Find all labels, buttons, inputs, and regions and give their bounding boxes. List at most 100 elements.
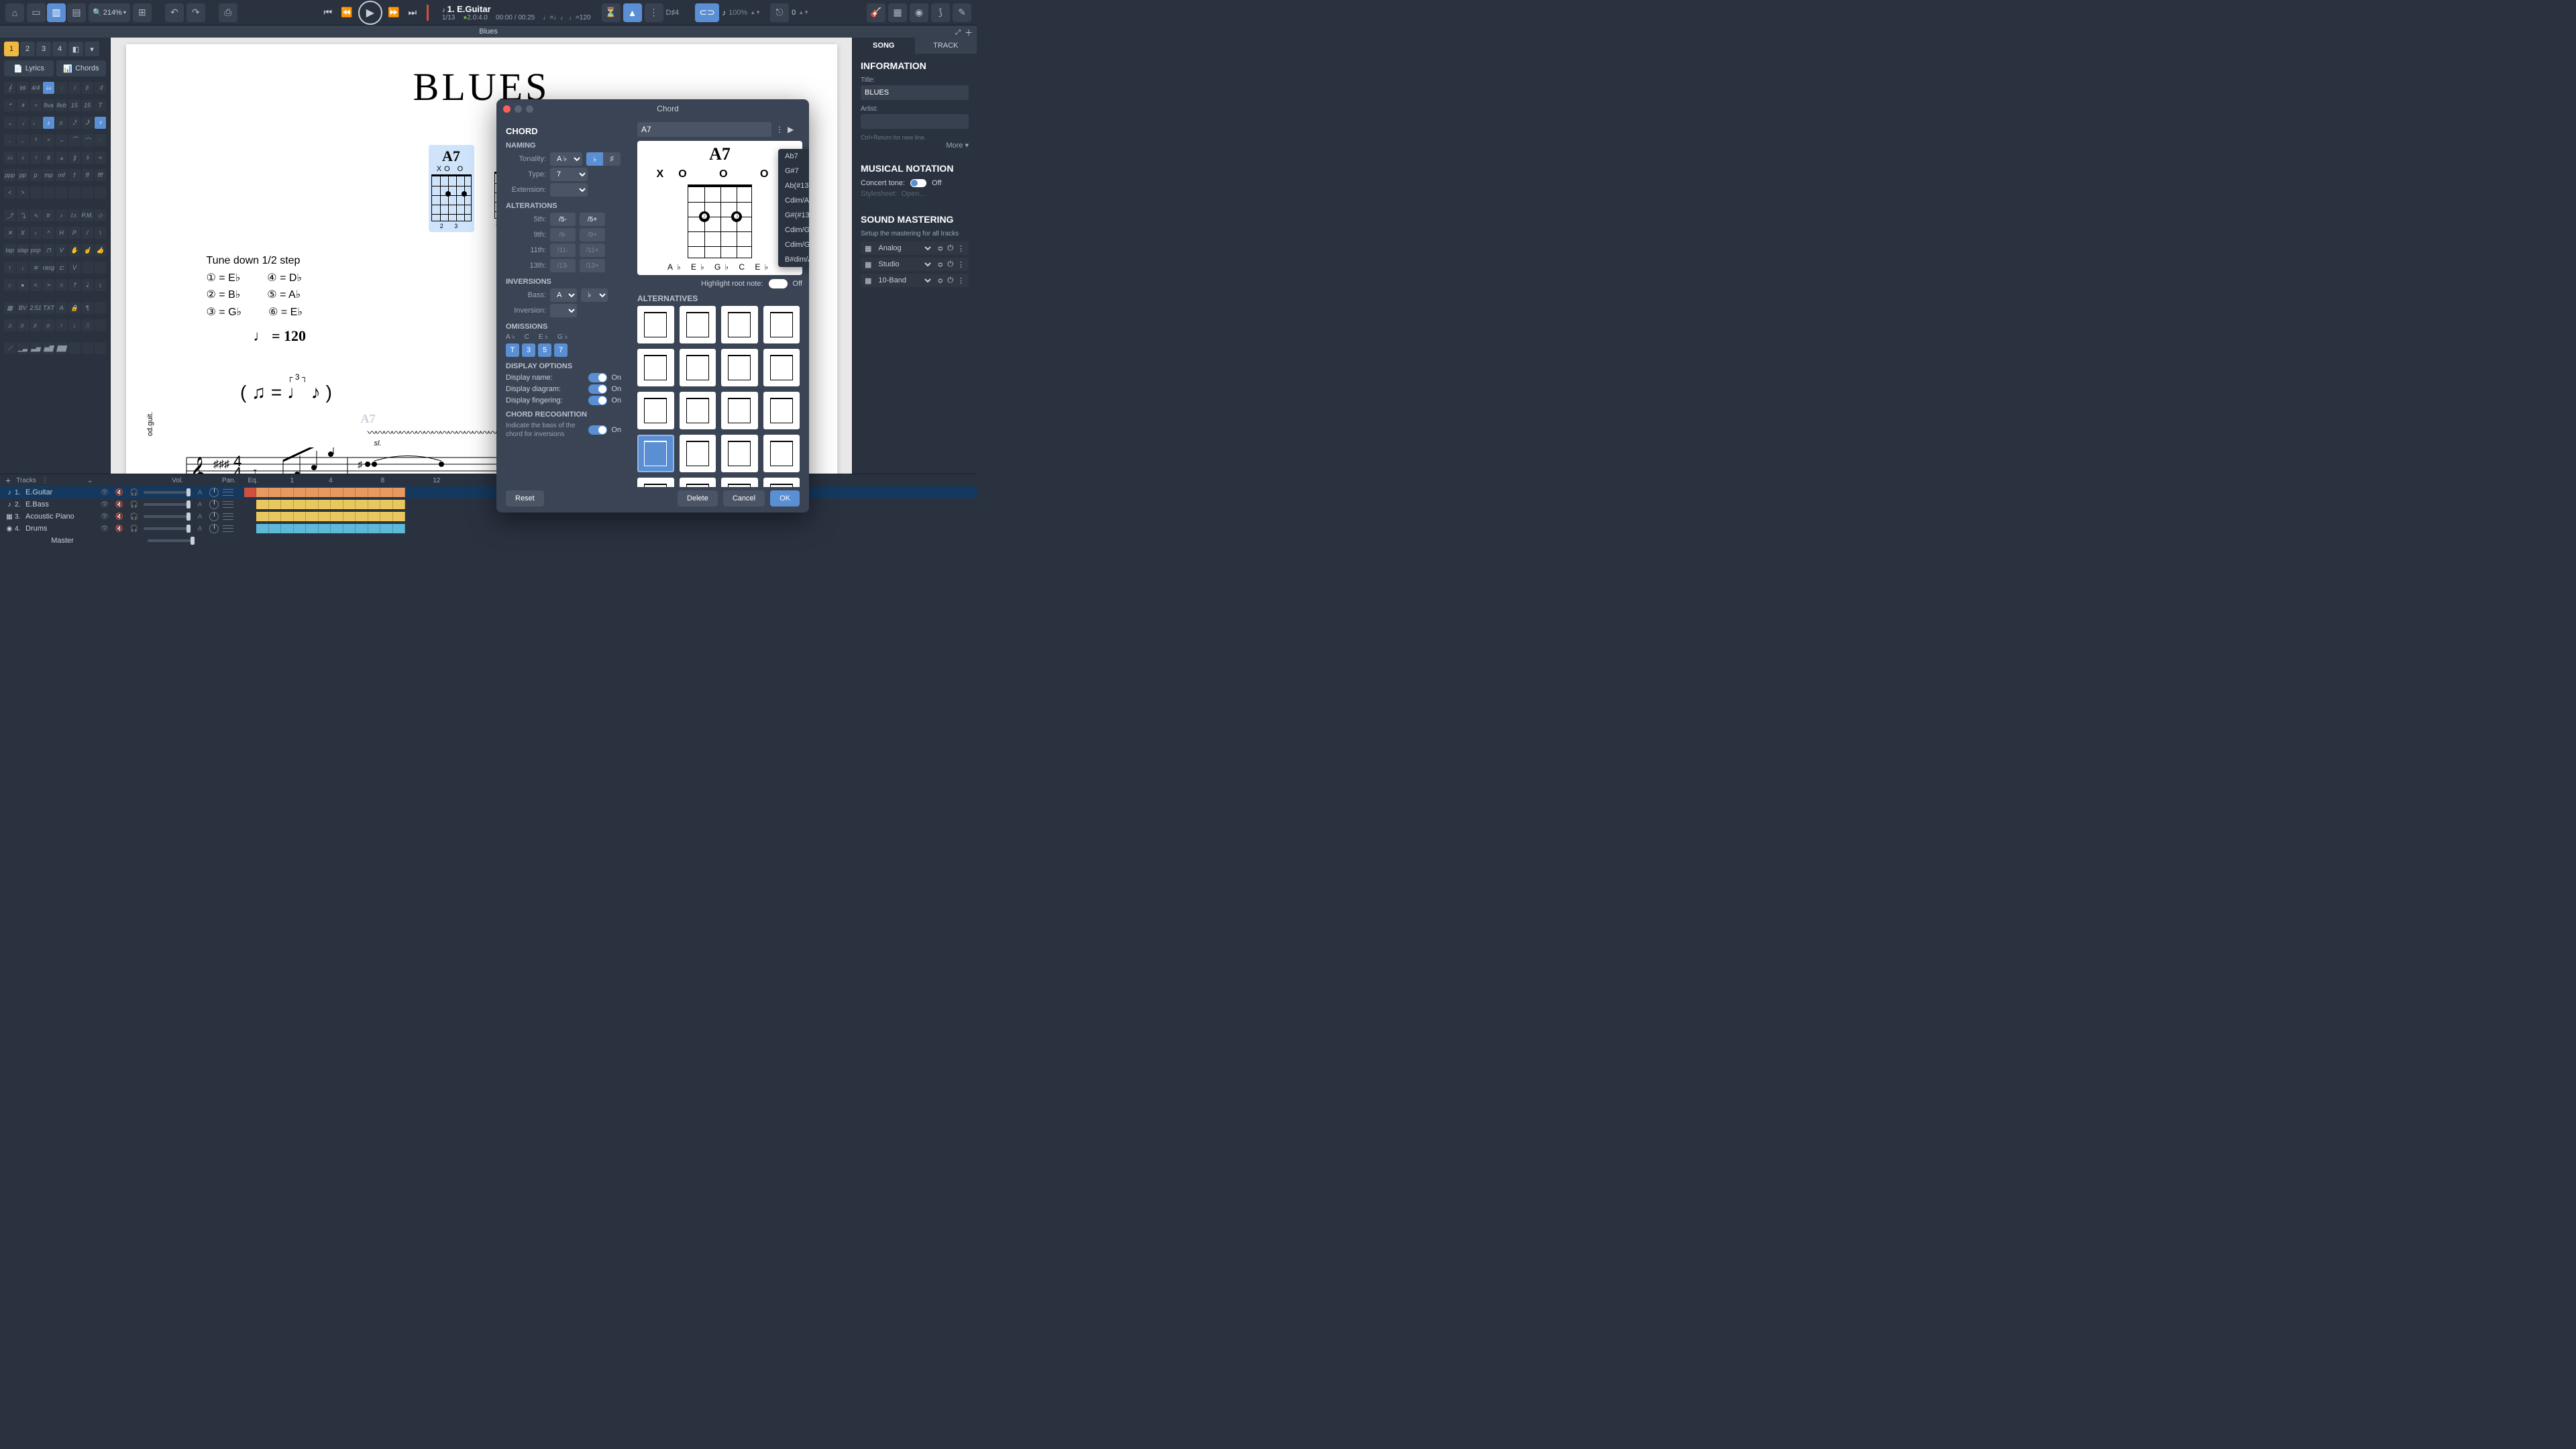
slur-icon[interactable]: ⁀ <box>68 134 80 146</box>
barre-v-icon[interactable]: BV <box>17 302 28 314</box>
alt-voicing[interactable] <box>763 435 800 472</box>
rewind-icon[interactable]: ⏪ <box>339 5 354 20</box>
expand-icon[interactable]: ⤢ <box>955 27 961 39</box>
dyn-fff-icon[interactable]: fff <box>95 169 106 181</box>
power-icon[interactable]: ⏻ <box>947 260 953 269</box>
segno-icon[interactable]: 𝄋 <box>17 99 28 111</box>
suggest-item[interactable]: G#(#13) <box>778 208 809 223</box>
track-row[interactable]: ▦ 3. Acoustic Piano 👁 🔇 🎧 A <box>0 511 977 523</box>
rasgueado-icon[interactable]: rasg <box>43 262 55 274</box>
solo-icon[interactable]: 🎧 <box>129 487 140 498</box>
volume-slider[interactable] <box>144 527 191 530</box>
stem-up-icon[interactable]: ↑ <box>56 319 67 331</box>
tuner-icon[interactable]: ⟆ <box>931 3 950 22</box>
alt-voicing[interactable] <box>763 392 800 429</box>
tuning-fork-icon[interactable]: ⎋ <box>770 3 789 22</box>
zoom-control[interactable]: 🔍214%▾ <box>89 3 130 22</box>
ottava-down-icon[interactable]: 8vb <box>56 99 67 111</box>
inversion-select[interactable] <box>550 304 577 317</box>
redo-icon[interactable]: ↷ <box>186 3 205 22</box>
more-transport-icon[interactable]: ⋮ <box>645 3 663 22</box>
omit-t-button[interactable]: T <box>506 343 519 357</box>
play-button[interactable]: ▶ <box>358 1 382 25</box>
tab-track[interactable]: TRACK <box>915 38 977 54</box>
let-ring-icon[interactable]: l.r. <box>68 209 80 221</box>
track-row[interactable]: ♪ 2. E.Bass 👁 🔇 🎧 A <box>0 498 977 511</box>
harmonic-icon[interactable]: ◇ <box>95 209 106 221</box>
home-icon[interactable]: ⌂ <box>5 3 24 22</box>
slide-up-icon[interactable]: / <box>82 227 93 239</box>
double-dot-icon[interactable]: .. <box>17 134 28 146</box>
thirteenth-minus-button[interactable]: /13- <box>550 259 576 272</box>
omit-3-button[interactable]: 3 <box>522 343 535 357</box>
pan-knob[interactable] <box>209 488 219 497</box>
countdown-icon[interactable]: ⏳ <box>602 3 621 22</box>
visibility-icon[interactable]: 👁 <box>99 511 110 522</box>
visibility-icon[interactable]: 👁 <box>99 499 110 510</box>
coda-icon[interactable]: 𝄌 <box>4 99 15 111</box>
dyn-mf-icon[interactable]: mf <box>56 169 67 181</box>
brush-icon[interactable]: ↕ <box>95 279 106 291</box>
alt-voicing[interactable] <box>721 435 758 472</box>
print-icon[interactable]: ⎙ <box>219 3 237 22</box>
alt-voicing[interactable] <box>637 349 674 386</box>
beam-2-icon[interactable]: ♬ <box>17 319 28 331</box>
zoom-icon[interactable] <box>526 105 533 113</box>
fifth-minus-button[interactable]: /5- <box>550 213 576 226</box>
pull-icon[interactable]: P <box>68 227 80 239</box>
slap-icon[interactable]: slap <box>17 244 28 256</box>
close-icon[interactable] <box>503 105 511 113</box>
speed-stepper[interactable]: ▲▼ <box>750 9 761 15</box>
mute-icon[interactable]: 🔇 <box>114 487 125 498</box>
track-row[interactable]: ♪ 1. E.Guitar 👁 🔇 🎧 A <box>0 486 977 498</box>
track-timeline[interactable] <box>244 488 405 497</box>
pan-knob[interactable] <box>209 512 219 521</box>
loop-toggle[interactable]: ⊂⊃ <box>695 3 719 22</box>
alt-voicing[interactable] <box>721 349 758 386</box>
display-diagram-toggle[interactable] <box>588 384 607 394</box>
eq-button[interactable] <box>223 524 233 533</box>
palette-tab-2[interactable]: 2 <box>20 42 35 56</box>
palette-tab-1[interactable]: 1 <box>4 42 19 56</box>
bass-note-select[interactable]: A <box>550 288 577 302</box>
barline-icon[interactable]: 𝄀 <box>56 82 67 94</box>
volume-slider[interactable] <box>144 515 191 518</box>
wah-close-icon[interactable]: ● <box>17 279 28 291</box>
highlight-root-toggle[interactable] <box>769 279 788 288</box>
visibility-icon[interactable]: 👁 <box>99 487 110 498</box>
repeat-end-icon[interactable]: 𝄇 <box>95 82 106 94</box>
track-timeline[interactable] <box>256 524 405 533</box>
mastering-chain-10band[interactable]: ▦10-Band≎⏻⋮ <box>861 274 969 287</box>
sixtyfourth-note-icon[interactable]: 𝅘𝅥𝅱 <box>82 117 93 129</box>
master-track-row[interactable]: Master <box>0 535 977 547</box>
beam-4-icon[interactable]: ♬ <box>43 319 54 331</box>
section-a-icon[interactable]: A <box>56 302 67 314</box>
more-button[interactable]: More ▾ <box>861 141 969 150</box>
fifteen-down-icon[interactable]: 15 <box>82 99 93 111</box>
bass-acc-select[interactable]: ♭ <box>581 288 608 302</box>
finger-icon[interactable]: ☝ <box>82 244 93 256</box>
alt-voicing[interactable] <box>680 306 716 343</box>
key-flats-icon[interactable]: ♭♭ <box>43 82 54 94</box>
suggest-item[interactable]: Ab(#13) <box>778 178 809 193</box>
mastering-chain-analog[interactable]: ▦Analog≎⏻⋮ <box>861 241 969 255</box>
repeat-start-icon[interactable]: 𝄆 <box>82 82 93 94</box>
grace-icon[interactable]: ♪ <box>56 209 67 221</box>
sixteenth-note-icon[interactable]: ♬ <box>56 117 67 129</box>
power-icon[interactable]: ⏻ <box>947 244 953 253</box>
fifteen-up-icon[interactable]: 15 <box>68 99 80 111</box>
alt-voicing[interactable] <box>763 349 800 386</box>
chord-menu-icon[interactable]: ⋮ <box>775 125 784 134</box>
layout-scroll-icon[interactable]: ▤ <box>67 3 86 22</box>
bar-chart-3-icon[interactable]: ▅▇ <box>43 342 54 354</box>
lock-icon[interactable]: 🔒 <box>68 302 80 314</box>
pan-knob[interactable] <box>209 524 219 533</box>
accent-icon[interactable]: › <box>30 227 42 239</box>
semi-sharp-icon[interactable]: 𝄲 <box>68 152 80 164</box>
more-icon[interactable]: ⋮ <box>957 260 965 269</box>
solo-icon[interactable]: 🎧 <box>129 499 140 510</box>
flat-icon[interactable]: ♭ <box>17 152 28 164</box>
chord-name-input[interactable] <box>637 122 771 137</box>
automation-icon[interactable]: A <box>195 487 205 498</box>
concert-tone-toggle[interactable] <box>910 179 926 187</box>
